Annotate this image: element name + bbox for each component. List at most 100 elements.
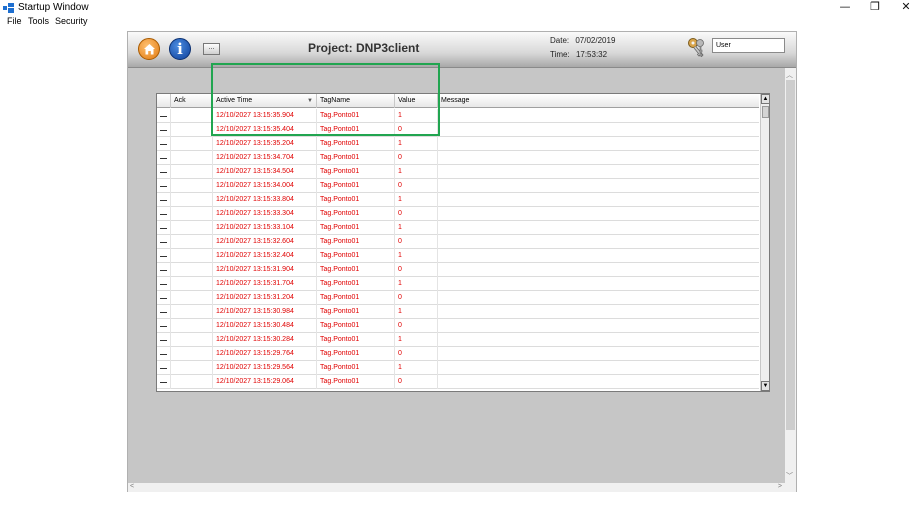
user-field[interactable]: User (712, 38, 785, 53)
workspace-scroll-thumb[interactable] (786, 80, 795, 430)
row-marker-icon (160, 130, 167, 131)
row-marker-icon (160, 284, 167, 285)
table-row[interactable]: 12/10/2027 13:15:33.804 Tag.Ponto01 1 (157, 193, 759, 207)
more-button[interactable]: ... (203, 43, 220, 55)
cell-tagname: Tag.Ponto01 (317, 165, 395, 179)
table-row[interactable]: 12/10/2027 13:15:30.484 Tag.Ponto01 0 (157, 319, 759, 333)
table-row[interactable]: 12/10/2027 13:15:31.704 Tag.Ponto01 1 (157, 277, 759, 291)
cell-value: 1 (395, 249, 438, 263)
cell-active-time: 12/10/2027 13:15:29.764 (213, 347, 317, 361)
column-header-tagname[interactable]: TagName (317, 94, 395, 108)
home-button[interactable] (138, 38, 160, 60)
scroll-down-button[interactable]: ▼ (761, 381, 769, 391)
table-row[interactable]: 12/10/2027 13:15:34.704 Tag.Ponto01 0 (157, 151, 759, 165)
table-row[interactable]: 12/10/2027 13:15:30.284 Tag.Ponto01 1 (157, 333, 759, 347)
row-selector[interactable] (157, 263, 171, 277)
chevron-right-icon[interactable]: > (778, 483, 782, 490)
workspace-vertical-scrollbar[interactable]: ︿ ﹀ (785, 68, 796, 483)
cell-value: 0 (395, 319, 438, 333)
row-selector[interactable] (157, 333, 171, 347)
cell-message (438, 249, 759, 263)
table-row[interactable]: 12/10/2027 13:15:31.204 Tag.Ponto01 0 (157, 291, 759, 305)
row-selector[interactable] (157, 347, 171, 361)
cell-message (438, 305, 759, 319)
info-button[interactable]: i (169, 38, 191, 60)
scroll-up-button[interactable]: ▲ (761, 94, 769, 104)
grid-vertical-scrollbar[interactable]: ▲ ▼ (760, 94, 769, 391)
cell-ack (171, 151, 213, 165)
row-selector[interactable] (157, 277, 171, 291)
table-row[interactable]: 12/10/2027 13:15:29.064 Tag.Ponto01 0 (157, 375, 759, 389)
restore-button[interactable]: ❐ (860, 0, 890, 16)
cell-active-time: 12/10/2027 13:15:30.984 (213, 305, 317, 319)
row-selector[interactable] (157, 109, 171, 123)
row-marker-icon (160, 298, 167, 299)
cell-active-time: 12/10/2027 13:15:34.504 (213, 165, 317, 179)
row-selector[interactable] (157, 207, 171, 221)
row-selector[interactable] (157, 179, 171, 193)
row-marker-icon (160, 242, 167, 243)
row-marker-icon (160, 354, 167, 355)
table-row[interactable]: 12/10/2027 13:15:34.004 Tag.Ponto01 0 (157, 179, 759, 193)
chevron-left-icon[interactable]: < (130, 483, 134, 490)
cell-ack (171, 249, 213, 263)
cell-tagname: Tag.Ponto01 (317, 249, 395, 263)
app-icon (3, 3, 14, 13)
menu-security[interactable]: Security (55, 16, 88, 26)
row-selector[interactable] (157, 193, 171, 207)
row-selector[interactable] (157, 137, 171, 151)
row-selector[interactable] (157, 361, 171, 375)
table-row[interactable]: 12/10/2027 13:15:35.204 Tag.Ponto01 1 (157, 137, 759, 151)
cell-active-time: 12/10/2027 13:15:32.604 (213, 235, 317, 249)
row-selector[interactable] (157, 375, 171, 389)
cell-tagname: Tag.Ponto01 (317, 277, 395, 291)
keys-icon[interactable] (686, 37, 708, 59)
row-selector[interactable] (157, 291, 171, 305)
table-row[interactable]: 12/10/2027 13:15:29.764 Tag.Ponto01 0 (157, 347, 759, 361)
table-row[interactable]: 12/10/2027 13:15:30.984 Tag.Ponto01 1 (157, 305, 759, 319)
table-row[interactable]: 12/10/2027 13:15:31.904 Tag.Ponto01 0 (157, 263, 759, 277)
column-header-message[interactable]: Message (438, 94, 759, 108)
cell-message (438, 193, 759, 207)
minimize-button[interactable]: — (830, 0, 860, 16)
cell-message (438, 347, 759, 361)
cell-active-time: 12/10/2027 13:15:34.004 (213, 179, 317, 193)
column-header-ack[interactable]: Ack (171, 94, 213, 108)
row-selector[interactable] (157, 235, 171, 249)
table-row[interactable]: 12/10/2027 13:15:34.504 Tag.Ponto01 1 (157, 165, 759, 179)
row-selector[interactable] (157, 165, 171, 179)
cell-tagname: Tag.Ponto01 (317, 221, 395, 235)
row-marker-icon (160, 116, 167, 117)
grid-header: Ack Active Time ▼ TagName Value Message (157, 94, 759, 108)
column-header-active-time[interactable]: Active Time ▼ (213, 94, 317, 108)
scroll-thumb[interactable] (762, 106, 769, 118)
menu-tools[interactable]: Tools (28, 16, 49, 26)
row-selector[interactable] (157, 305, 171, 319)
row-selector[interactable] (157, 249, 171, 263)
cell-value: 1 (395, 305, 438, 319)
chevron-up-icon[interactable]: ︿ (786, 70, 793, 80)
table-row[interactable]: 12/10/2027 13:15:29.564 Tag.Ponto01 1 (157, 361, 759, 375)
cell-ack (171, 305, 213, 319)
row-selector[interactable] (157, 319, 171, 333)
workspace-horizontal-scrollbar[interactable]: < > (128, 483, 796, 492)
column-header-value[interactable]: Value (395, 94, 438, 108)
cell-message (438, 151, 759, 165)
table-row[interactable]: 12/10/2027 13:15:33.104 Tag.Ponto01 1 (157, 221, 759, 235)
table-row[interactable]: 12/10/2027 13:15:32.404 Tag.Ponto01 1 (157, 249, 759, 263)
chevron-down-icon[interactable]: ﹀ (786, 471, 793, 481)
table-row[interactable]: 12/10/2027 13:15:35.904 Tag.Ponto01 1 (157, 109, 759, 123)
table-row[interactable]: 12/10/2027 13:15:33.304 Tag.Ponto01 0 (157, 207, 759, 221)
column-header-active-time-label: Active Time (216, 97, 253, 104)
menu-file[interactable]: File (7, 16, 22, 26)
cell-value: 0 (395, 235, 438, 249)
table-row[interactable]: 12/10/2027 13:15:35.404 Tag.Ponto01 0 (157, 123, 759, 137)
close-button[interactable]: ✕ (891, 0, 921, 16)
row-selector[interactable] (157, 123, 171, 137)
table-row[interactable]: 12/10/2027 13:15:32.604 Tag.Ponto01 0 (157, 235, 759, 249)
cell-value: 1 (395, 165, 438, 179)
row-selector[interactable] (157, 221, 171, 235)
cell-message (438, 319, 759, 333)
cell-tagname: Tag.Ponto01 (317, 375, 395, 389)
row-selector[interactable] (157, 151, 171, 165)
